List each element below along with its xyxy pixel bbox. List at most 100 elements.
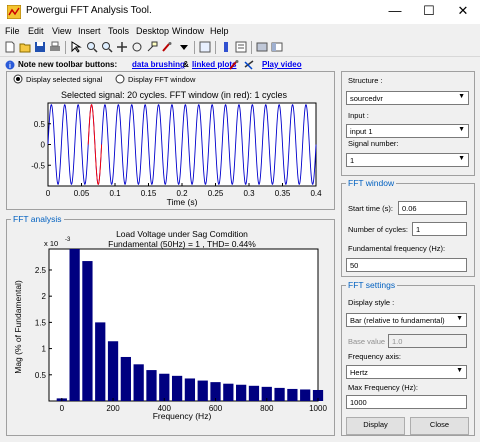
fft-bar xyxy=(120,356,131,401)
colorbar-icon[interactable] xyxy=(220,41,232,53)
display-button[interactable]: Display xyxy=(346,417,405,435)
fft-title-line2: Fundamental (50Hz) = 1 , THD= 0.44% xyxy=(108,239,256,249)
close-button[interactable]: Close xyxy=(410,417,469,435)
signal-plot-title: Selected signal: 20 cycles. FFT window (… xyxy=(61,90,287,100)
data-cursor-icon[interactable] xyxy=(146,41,158,53)
show-plot-tools-icon[interactable] xyxy=(271,41,283,53)
fft-plot: Load Voltage under Sag Comdition Fundame… xyxy=(13,229,327,421)
cycles-label: Number of cycles: xyxy=(348,225,409,234)
fft-bar xyxy=(274,387,285,401)
fft-bar xyxy=(236,384,247,401)
display-style-select[interactable]: Bar (relative to fundamental) ▼ xyxy=(346,313,467,327)
brush-icon[interactable] xyxy=(161,41,173,53)
menu-desktop[interactable]: Desktop xyxy=(136,26,169,36)
menu-window[interactable]: Window xyxy=(172,26,204,36)
fft-settings-panel: FFT settings Display style : Bar (relati… xyxy=(341,280,475,436)
menu-tools[interactable]: Tools xyxy=(108,26,129,36)
chevron-down-icon: ▼ xyxy=(456,315,463,322)
toolbar-separator xyxy=(215,41,216,54)
fundamental-frequency-input[interactable]: 50 xyxy=(346,258,467,272)
start-time-input[interactable]: 0.06 xyxy=(398,201,467,215)
fft-bar xyxy=(82,261,93,401)
play-video-link[interactable]: Play video xyxy=(262,60,302,69)
hide-plot-tools-icon[interactable] xyxy=(256,41,268,53)
signal-ytick-label: -0.5 xyxy=(31,161,45,170)
chevron-down-icon: ▼ xyxy=(458,93,465,100)
fft-panel: FFT analysis Load Voltage under Sag Comd… xyxy=(6,214,335,436)
app-icon xyxy=(7,5,21,19)
signal-xtick-label: 0.05 xyxy=(74,189,90,198)
signal-xtick-label: 0.25 xyxy=(208,189,224,198)
fft-bar xyxy=(146,370,157,401)
note-ampersand: & xyxy=(183,60,189,69)
maximize-button[interactable]: ☐ xyxy=(412,0,446,24)
signal-selection-panel: Structure : sourcedvr ▼ Input : input 1 ▼ … xyxy=(341,71,475,176)
chevron-down-icon: ▼ xyxy=(458,126,465,133)
signal-ytick-label: 0.5 xyxy=(34,120,46,129)
start-time-label: Start time (s): xyxy=(348,204,394,213)
data-brushing-link[interactable]: data brushing xyxy=(132,60,185,69)
menu-help[interactable]: Help xyxy=(210,26,229,36)
edit-plot-icon[interactable] xyxy=(70,41,82,53)
menu-insert[interactable]: Insert xyxy=(78,26,101,36)
toolbar-separator xyxy=(194,41,195,54)
save-icon[interactable] xyxy=(34,41,46,53)
zoom-in-icon[interactable] xyxy=(86,41,98,53)
signal-ytick-label: 0 xyxy=(41,141,46,150)
cycles-input[interactable]: 1 xyxy=(412,222,467,236)
structure-select[interactable]: sourcedvr ▼ xyxy=(346,91,469,105)
toolbar-separator xyxy=(251,41,252,54)
toolbar-separator xyxy=(65,41,66,54)
rotate-icon[interactable] xyxy=(131,41,143,53)
brush-dropdown-icon[interactable] xyxy=(178,41,190,53)
fundamental-frequency-label: Fundamental frequency (Hz): xyxy=(348,244,446,253)
new-figure-icon[interactable] xyxy=(4,41,16,53)
signal-xtick-label: 0.4 xyxy=(310,189,322,198)
fft-bar xyxy=(287,388,298,401)
fft-bar xyxy=(171,375,183,401)
structure-label: Structure : xyxy=(348,76,383,85)
legend-icon[interactable] xyxy=(235,41,247,53)
max-frequency-input[interactable]: 1000 xyxy=(346,395,467,409)
svg-text:i: i xyxy=(9,63,11,70)
signal-number-select[interactable]: 1 ▼ xyxy=(346,153,469,167)
fft-bar xyxy=(95,322,106,401)
frequency-axis-label: Frequency axis: xyxy=(348,352,401,361)
chevron-down-icon: ▼ xyxy=(456,367,463,374)
open-file-icon[interactable] xyxy=(19,41,31,53)
zoom-out-icon[interactable] xyxy=(101,41,113,53)
display-style-label: Display style : xyxy=(348,298,395,307)
link-plot-icon[interactable] xyxy=(199,41,211,53)
signal-xtick-label: 0.1 xyxy=(109,189,121,198)
menu-file[interactable]: File xyxy=(5,26,20,36)
close-window-button[interactable]: ✕ xyxy=(446,0,480,24)
menu-edit[interactable]: Edit xyxy=(28,26,44,36)
pan-icon[interactable] xyxy=(116,41,128,53)
fft-bar xyxy=(248,385,260,401)
base-value-input: 1.0 xyxy=(388,334,467,348)
input-label: Input : xyxy=(348,111,369,120)
chevron-down-icon: ▼ xyxy=(458,155,465,162)
brush-icon xyxy=(229,60,239,70)
title-bar: Powergui FFT Analysis Tool. — ☐ ✕ xyxy=(0,0,480,24)
menu-view[interactable]: View xyxy=(52,26,71,36)
note-text: Note new toolbar buttons: xyxy=(18,60,118,69)
signal-xtick-label: 0 xyxy=(46,189,51,198)
fft-settings-title: FFT settings xyxy=(346,280,398,290)
fft-bar xyxy=(159,373,170,401)
toolbar xyxy=(0,39,480,57)
fft-ytick-label: 2.5 xyxy=(35,266,47,275)
fft-ytick-label: 1.5 xyxy=(35,318,47,327)
fft-window-title: FFT window xyxy=(346,178,397,188)
max-frequency-label: Max Frequency (Hz): xyxy=(348,383,419,392)
signal-xtick-label: 0.35 xyxy=(275,189,291,198)
info-icon: i xyxy=(5,60,15,70)
signal-xtick-label: 0.3 xyxy=(243,189,255,198)
fft-ytick-label: 2 xyxy=(42,292,47,301)
input-select[interactable]: input 1 ▼ xyxy=(346,124,469,138)
frequency-axis-select[interactable]: Hertz ▼ xyxy=(346,365,467,379)
fft-bar xyxy=(107,341,119,401)
minimize-button[interactable]: — xyxy=(378,0,412,24)
base-value-label: Base value : xyxy=(348,337,390,346)
print-icon[interactable] xyxy=(49,41,61,53)
